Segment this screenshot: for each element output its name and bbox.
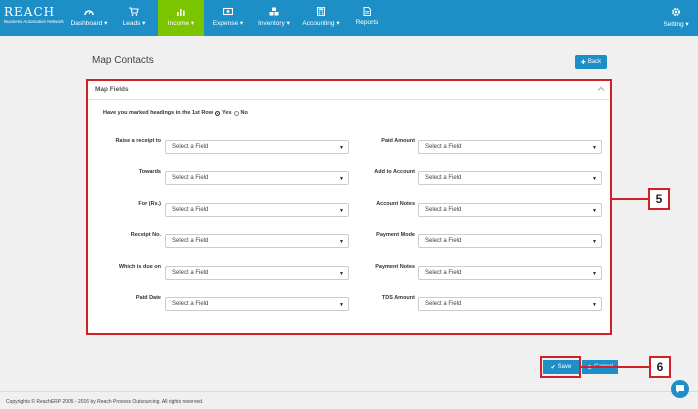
field-select-left-2[interactable]: Select a Field ▼ (165, 203, 349, 217)
field-select-value: Select a Field (425, 301, 462, 307)
save-highlight-box (540, 356, 581, 378)
nav-inventory[interactable]: Inventory ▾ (254, 0, 294, 36)
field-select-right-3[interactable]: Select a Field ▼ (418, 234, 602, 248)
heading-question: Have you marked headings in the 1st Row … (103, 110, 248, 116)
brand-tagline: Business Automation Network (4, 19, 64, 24)
nav-accounting-label: Accounting ▾ (302, 20, 340, 27)
field-select-left-1[interactable]: Select a Field ▼ (165, 171, 349, 185)
field-label-left-4: Which is due on (118, 264, 161, 270)
nav-expense-label: Expense ▾ (212, 20, 244, 27)
field-label-left-5: Paid Date (135, 295, 161, 301)
setting-menu[interactable]: Setting ▾ (662, 0, 690, 36)
field-label-left-2: For (Rs.) (138, 201, 161, 207)
caret-down-icon: ▼ (592, 208, 597, 214)
caret-down-icon: ▼ (592, 145, 597, 151)
caret-down-icon: ▼ (339, 302, 344, 308)
field-select-left-3[interactable]: Select a Field ▼ (165, 234, 349, 248)
footer-divider (0, 391, 698, 392)
brand-logo[interactable]: REACH Business Automation Network (4, 5, 64, 25)
brand-name: REACH (4, 5, 56, 19)
chevron-up-icon[interactable] (597, 85, 605, 93)
money-icon (223, 7, 233, 16)
field-select-value: Select a Field (425, 270, 462, 276)
field-select-value: Select a Field (425, 207, 462, 213)
chat-icon (676, 385, 684, 393)
nav-inventory-label: Inventory ▾ (258, 20, 290, 27)
field-select-value: Select a Field (172, 175, 209, 181)
callout-6-badge: 6 (649, 356, 671, 378)
back-arrow-icon: ✚ (580, 59, 586, 66)
calculator-icon (317, 7, 325, 16)
nav-income[interactable]: Income ▾ (158, 0, 204, 36)
field-select-value: Select a Field (172, 144, 209, 150)
footer-copyright: Copyrights © ReachERP 2005 - 2016 by Rea… (6, 399, 204, 405)
field-select-value: Select a Field (425, 144, 462, 150)
nav-dashboard-label: Dashboard ▾ (70, 20, 108, 27)
callout-5-connector (612, 198, 648, 200)
field-label-left-1: Towards (138, 169, 161, 175)
field-label-left-0: Raise a receipt to (115, 138, 161, 144)
back-label: Back (587, 59, 602, 65)
field-select-right-2[interactable]: Select a Field ▼ (418, 203, 602, 217)
document-icon (363, 7, 371, 16)
heading-yes-radio[interactable] (215, 110, 221, 116)
top-nav: REACH Business Automation Network Dashbo… (0, 0, 698, 36)
field-label-left-3: Receipt No. (130, 232, 161, 238)
field-select-right-5[interactable]: Select a Field ▼ (418, 297, 602, 311)
cart-icon (129, 7, 139, 16)
nav-dashboard[interactable]: Dashboard ▾ (70, 0, 108, 36)
heading-yes-label: Yes (222, 110, 232, 116)
field-select-left-4[interactable]: Select a Field ▼ (165, 266, 349, 280)
field-label-right-2: Account Notes (376, 201, 415, 207)
bar-chart-icon (177, 9, 185, 16)
field-label-right-1: Add to Account (374, 169, 415, 175)
field-select-value: Select a Field (172, 301, 209, 307)
cubes-icon (269, 7, 279, 16)
field-select-right-0[interactable]: Select a Field ▼ (418, 140, 602, 154)
nav-reports-label: Reports (355, 19, 379, 26)
caret-down-icon: ▼ (592, 239, 597, 245)
field-label-right-5: TDS Amount (381, 295, 415, 301)
page-title: Map Contacts (92, 55, 154, 66)
caret-down-icon: ▼ (592, 271, 597, 277)
caret-down-icon: ▼ (339, 145, 344, 151)
field-select-value: Select a Field (425, 238, 462, 244)
map-fields-panel: Map Fields Have you marked headings in t… (86, 79, 612, 335)
field-select-value: Select a Field (425, 175, 462, 181)
field-select-left-0[interactable]: Select a Field ▼ (165, 140, 349, 154)
callout-6-connector (581, 366, 649, 368)
panel-title: Map Fields (95, 86, 129, 93)
caret-down-icon: ▼ (339, 239, 344, 245)
field-label-right-4: Payment Notes (375, 264, 415, 270)
callout-5-badge: 5 (648, 188, 670, 210)
nav-income-label: Income ▾ (167, 20, 195, 27)
field-label-right-3: Payment Mode (376, 232, 415, 238)
heading-no-radio[interactable] (233, 110, 239, 116)
heading-question-text: Have you marked headings in the 1st Row (103, 110, 214, 116)
nav-reports[interactable]: Reports (350, 0, 384, 36)
back-button[interactable]: ✚ Back (575, 55, 607, 69)
speedometer-icon (84, 10, 94, 16)
nav-accounting[interactable]: Accounting ▾ (300, 0, 342, 36)
caret-down-icon: ▼ (592, 302, 597, 308)
field-label-right-0: Paid Amount (381, 138, 415, 144)
setting-label: Setting ▾ (663, 21, 689, 28)
caret-down-icon: ▼ (592, 176, 597, 182)
heading-no-label: No (240, 110, 248, 116)
nav-leads[interactable]: Leads ▾ (116, 0, 152, 36)
caret-down-icon: ▼ (339, 271, 344, 277)
field-select-left-5[interactable]: Select a Field ▼ (165, 297, 349, 311)
field-select-value: Select a Field (172, 270, 209, 276)
field-select-value: Select a Field (172, 207, 209, 213)
chat-button[interactable] (671, 380, 689, 398)
field-select-right-1[interactable]: Select a Field ▼ (418, 171, 602, 185)
field-select-right-4[interactable]: Select a Field ▼ (418, 266, 602, 280)
nav-leads-label: Leads ▾ (122, 20, 146, 27)
field-select-value: Select a Field (172, 238, 209, 244)
nav-expense[interactable]: Expense ▾ (208, 0, 248, 36)
caret-down-icon: ▼ (339, 176, 344, 182)
caret-down-icon: ▼ (339, 208, 344, 214)
gear-icon (672, 8, 680, 16)
panel-header: Map Fields (87, 80, 611, 100)
